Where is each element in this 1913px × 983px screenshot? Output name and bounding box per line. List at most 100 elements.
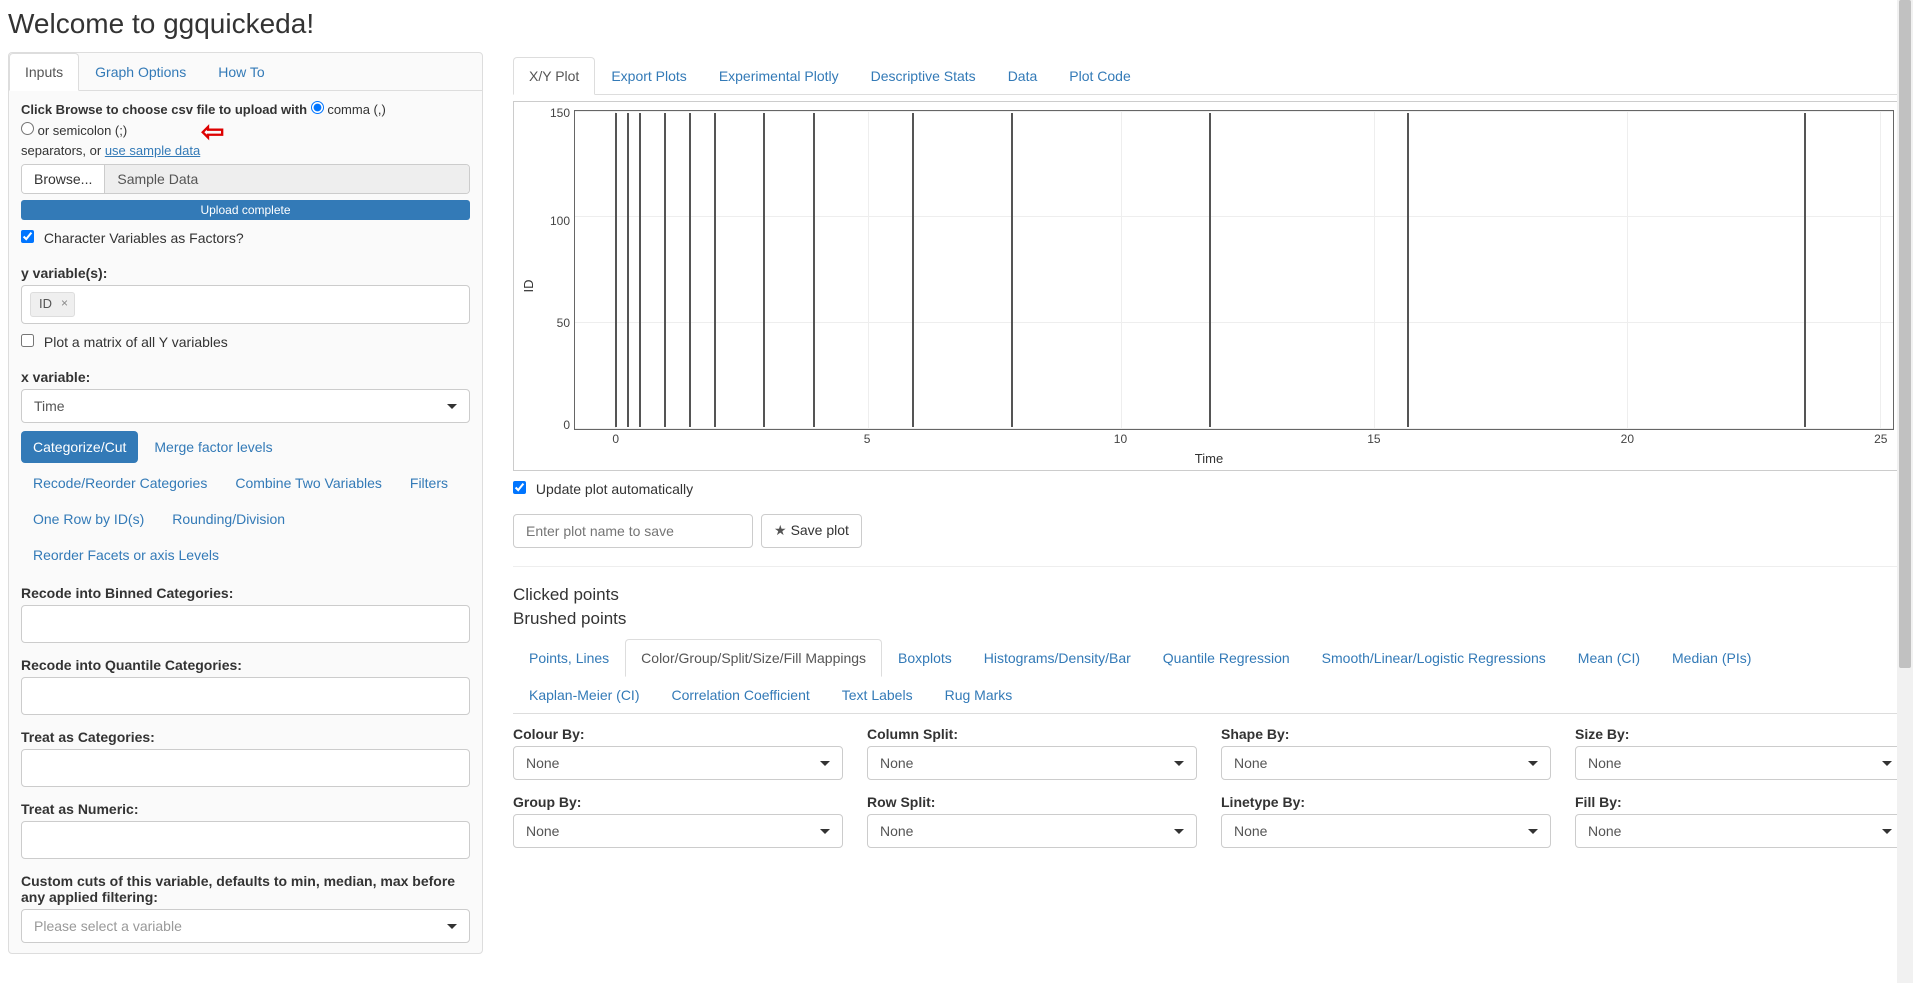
plot-matrix-label: Plot a matrix of all Y variables — [44, 334, 228, 350]
row-split-label: Row Split: — [867, 794, 1197, 810]
tab-kaplan-meier[interactable]: Kaplan-Meier (CI) — [513, 676, 655, 714]
pill-categorize-cut[interactable]: Categorize/Cut — [21, 431, 138, 463]
xvar-select[interactable]: Time — [21, 389, 470, 423]
tab-text-labels[interactable]: Text Labels — [826, 676, 929, 714]
shape-by-label: Shape By: — [1221, 726, 1551, 742]
use-sample-data-link[interactable]: use sample data — [105, 143, 200, 158]
plot-matrix-checkbox[interactable] — [21, 334, 34, 347]
treat-cat-select[interactable] — [21, 749, 470, 787]
char-as-factor-label: Character Variables as Factors? — [44, 230, 244, 246]
scrollbar-thumb[interactable] — [1899, 0, 1911, 668]
pill-filters[interactable]: Filters — [398, 467, 460, 499]
tab-smooth-regressions[interactable]: Smooth/Linear/Logistic Regressions — [1306, 639, 1562, 677]
page-title: Welcome to ggquickeda! — [8, 8, 1913, 40]
chart-bar — [1011, 113, 1013, 427]
update-auto-checkbox[interactable] — [513, 481, 526, 494]
x-tick-5: 5 — [864, 432, 871, 446]
colour-by-label: Colour By: — [513, 726, 843, 742]
tab-export-plots[interactable]: Export Plots — [595, 57, 702, 95]
categorize-pills: Categorize/Cut Merge factor levels Recod… — [21, 431, 470, 571]
tab-points-lines[interactable]: Points, Lines — [513, 639, 625, 677]
yvar-select[interactable]: ID× — [21, 285, 470, 324]
xvar-label: x variable: — [21, 369, 470, 385]
row-split-select[interactable]: None — [867, 814, 1197, 848]
tab-median-pis[interactable]: Median (PIs) — [1656, 639, 1767, 677]
column-split-select[interactable]: None — [867, 746, 1197, 780]
chart-bar — [627, 113, 629, 427]
plot-area[interactable]: ID Time 0 50 100 150 — [513, 101, 1905, 471]
tab-mean-ci[interactable]: Mean (CI) — [1562, 639, 1656, 677]
sidebar-panel: Inputs Graph Options How To Click Browse… — [8, 52, 483, 954]
chart-bar — [813, 113, 815, 427]
group-by-label: Group By: — [513, 794, 843, 810]
mappings-grid: Colour By: None Column Split: None Shape… — [513, 726, 1905, 848]
remove-tag-icon[interactable]: × — [61, 295, 68, 312]
chart-bar — [1407, 113, 1409, 427]
tab-inputs[interactable]: Inputs — [9, 53, 79, 91]
plot-panel — [574, 110, 1894, 430]
chart-bar — [714, 113, 716, 427]
sep-semicolon-radio[interactable] — [21, 122, 34, 135]
right-tabs: X/Y Plot Export Plots Experimental Plotl… — [513, 57, 1905, 95]
chart-bar — [1209, 113, 1211, 427]
x-tick-15: 15 — [1367, 432, 1380, 446]
pill-reorder-facets[interactable]: Reorder Facets or axis Levels — [21, 539, 231, 571]
tab-corr-coef[interactable]: Correlation Coefficient — [655, 676, 825, 714]
tab-xy-plot[interactable]: X/Y Plot — [513, 57, 595, 95]
chart-bar — [912, 113, 914, 427]
tab-data[interactable]: Data — [992, 57, 1054, 95]
tab-boxplots[interactable]: Boxplots — [882, 639, 968, 677]
recode-binned-label: Recode into Binned Categories: — [21, 585, 470, 601]
y-tick-0: 0 — [552, 418, 570, 432]
pill-merge-factor[interactable]: Merge factor levels — [142, 431, 284, 463]
chart-bar — [664, 113, 666, 427]
linetype-by-select[interactable]: None — [1221, 814, 1551, 848]
fill-by-select[interactable]: None — [1575, 814, 1905, 848]
tab-how-to[interactable]: How To — [202, 53, 280, 91]
y-tick-100: 100 — [540, 214, 570, 228]
pill-recode-reorder[interactable]: Recode/Reorder Categories — [21, 467, 219, 499]
custom-cuts-select[interactable]: Please select a variable — [21, 909, 470, 943]
treat-cat-label: Treat as Categories: — [21, 729, 470, 745]
chart-bar — [763, 113, 765, 427]
star-icon: ★ — [774, 522, 787, 538]
recode-quantile-label: Recode into Quantile Categories: — [21, 657, 470, 673]
group-by-select[interactable]: None — [513, 814, 843, 848]
size-by-label: Size By: — [1575, 726, 1905, 742]
recode-quantile-select[interactable] — [21, 677, 470, 715]
size-by-select[interactable]: None — [1575, 746, 1905, 780]
sep-comma-radio[interactable] — [311, 101, 324, 114]
browse-button[interactable]: Browse... — [22, 165, 105, 193]
treat-num-select[interactable] — [21, 821, 470, 859]
upload-progress: Upload complete — [21, 200, 470, 220]
char-as-factor-checkbox[interactable] — [21, 230, 34, 243]
pill-rounding-division[interactable]: Rounding/Division — [160, 503, 297, 535]
y-axis-label: ID — [521, 280, 536, 293]
tab-rug-marks[interactable]: Rug Marks — [929, 676, 1029, 714]
chart-bar — [615, 113, 617, 427]
main-panel: X/Y Plot Export Plots Experimental Plotl… — [513, 52, 1905, 954]
tab-color-mappings[interactable]: Color/Group/Split/Size/Fill Mappings — [625, 639, 882, 677]
clicked-points-label: Clicked points — [513, 585, 1905, 605]
plot-name-input[interactable] — [513, 514, 753, 548]
fill-by-label: Fill By: — [1575, 794, 1905, 810]
save-plot-button[interactable]: ★Save plot — [761, 514, 862, 548]
chart-bar — [639, 113, 641, 427]
tab-descriptive-stats[interactable]: Descriptive Stats — [855, 57, 992, 95]
yvar-tag[interactable]: ID× — [30, 292, 75, 317]
pill-combine-two[interactable]: Combine Two Variables — [223, 467, 394, 499]
shape-by-select[interactable]: None — [1221, 746, 1551, 780]
pill-one-row-ids[interactable]: One Row by ID(s) — [21, 503, 156, 535]
linetype-by-label: Linetype By: — [1221, 794, 1551, 810]
tab-graph-options[interactable]: Graph Options — [79, 53, 202, 91]
recode-binned-select[interactable] — [21, 605, 470, 643]
vertical-scrollbar[interactable] — [1897, 0, 1913, 983]
tab-quantile-regression[interactable]: Quantile Regression — [1147, 639, 1306, 677]
left-tabs: Inputs Graph Options How To — [9, 53, 482, 91]
tab-histograms[interactable]: Histograms/Density/Bar — [968, 639, 1147, 677]
tab-plot-code[interactable]: Plot Code — [1053, 57, 1146, 95]
file-name-display: Sample Data — [105, 165, 469, 193]
column-split-label: Column Split: — [867, 726, 1197, 742]
colour-by-select[interactable]: None — [513, 746, 843, 780]
tab-experimental-plotly[interactable]: Experimental Plotly — [703, 57, 855, 95]
